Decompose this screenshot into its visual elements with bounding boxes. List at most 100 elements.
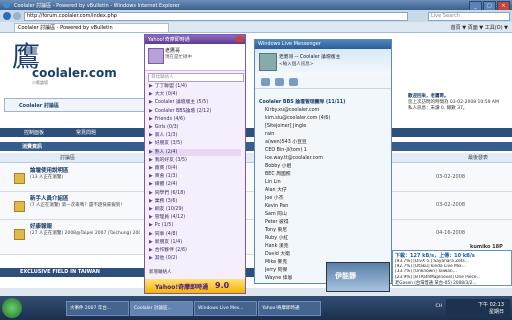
- ym-group-item[interactable]: ▶ 媒體 (2/4): [149, 181, 241, 188]
- wlm-contact-item[interactable]: Peter 彼得: [265, 219, 389, 227]
- ym-group-item[interactable]: ▶ 好朋友 (3/5): [149, 140, 241, 147]
- wlm-group-header[interactable]: Coolaler BBS 論壇管理團隊 (11/11): [259, 98, 387, 105]
- address-input[interactable]: http://forum.coolaler.com/index.php: [24, 12, 408, 21]
- wlm-contact-item[interactable]: Kirby.xu@coolaler.com: [265, 107, 389, 115]
- toolbar-tools[interactable]: 首頁 ▼ 頁面 ▼ 工具(O) ▼: [451, 24, 508, 31]
- breadcrumb[interactable]: Coolaler 討論區: [4, 98, 146, 112]
- expand-icon[interactable]: ▶: [149, 256, 153, 261]
- expand-icon[interactable]: ▶: [149, 133, 153, 138]
- ym-ad-banner[interactable]: Yahoo!奇摩即時通 9.0: [145, 279, 245, 293]
- video-thumbnail[interactable]: 伊能靜: [326, 262, 390, 292]
- wlm-display-name[interactable]: 老鷹哥 -- Coolaler 論壇版主: [279, 53, 387, 60]
- welcome-pm[interactable]: 私人訊息：未讀 0, 總數 37。: [408, 106, 512, 112]
- wlm-contact-item[interactable]: Tony 東尼: [265, 227, 389, 235]
- nav-control-panel[interactable]: 控制面板: [24, 129, 44, 136]
- wlm-contact-item[interactable]: CEO Bin-Ji(tom) 1: [265, 147, 389, 155]
- expand-icon[interactable]: ▶: [149, 92, 153, 97]
- logo-text[interactable]: coolaler.com: [32, 66, 117, 80]
- expand-icon[interactable]: ▶: [149, 215, 153, 220]
- forum-name[interactable]: 新手人員介紹區: [30, 194, 69, 202]
- expand-icon[interactable]: ▶: [149, 248, 153, 253]
- back-button[interactable]: [3, 12, 11, 20]
- nav-faq[interactable]: 常見問題: [76, 129, 96, 136]
- expand-icon[interactable]: ▶: [149, 166, 153, 171]
- wlm-contact-item[interactable]: BEC 周國照: [265, 171, 389, 179]
- expand-icon[interactable]: ▶: [149, 158, 153, 163]
- wlm-contact-item[interactable]: Joe 小杰: [265, 195, 389, 203]
- ym-status[interactable]: 現在是忙碌中: [165, 54, 192, 60]
- ym-search-input[interactable]: 尋找聯絡人: [148, 73, 244, 82]
- wlm-contact-item[interactable]: Alan 大仔: [265, 187, 389, 195]
- ym-group-item[interactable]: ▶ 家人 (1/3): [149, 132, 241, 139]
- wlm-contact-item[interactable]: Hank 漢克: [265, 243, 389, 251]
- avatar[interactable]: [259, 53, 277, 71]
- ym-group-item[interactable]: ▶ 熟人 (2/4): [149, 148, 241, 156]
- wlm-contact-item[interactable]: rain: [265, 131, 389, 139]
- wlm-contact-item[interactable]: Lin Lin: [265, 179, 389, 187]
- taskbar-item[interactable]: Yahoo!奇摩即時通: [258, 301, 321, 316]
- ym-group-item[interactable]: ▶ 網友 (10/29): [149, 206, 241, 213]
- ym-group-item[interactable]: ▶ 業務 (3/6): [149, 198, 241, 205]
- start-button[interactable]: [2, 298, 22, 318]
- ym-add-contact-button[interactable]: 新增聯絡人: [149, 269, 172, 275]
- tab-forum[interactable]: Coolaler 討論區 - Powered by vBulletin: [14, 23, 169, 33]
- expand-icon[interactable]: ▶: [149, 232, 153, 237]
- search-input[interactable]: Live Search: [428, 12, 510, 21]
- wlm-contact-item[interactable]: Bobby 小姐: [265, 163, 389, 171]
- expand-icon[interactable]: ▶: [149, 141, 153, 146]
- forum-name[interactable]: 好康報報: [30, 222, 52, 230]
- expand-icon[interactable]: ▶: [149, 100, 153, 105]
- forward-button[interactable]: [13, 12, 21, 20]
- ym-group-item[interactable]: ▶ 其他 (0/2): [149, 255, 241, 262]
- mail-icon[interactable]: [261, 78, 270, 86]
- ym-group-item[interactable]: ▶ 廠商 (0/4): [149, 165, 241, 172]
- taskbar-item[interactable]: Windows Live Mes...: [194, 301, 257, 316]
- wlm-contact-item[interactable]: kim.siu@coolaler.com (4/6): [265, 115, 389, 123]
- expand-icon[interactable]: ▶: [149, 125, 153, 130]
- ym-group-label: 丁丁聯盟 (1/4): [154, 84, 187, 89]
- ym-group-item[interactable]: ▶ 丁丁聯盟 (1/4): [149, 83, 241, 90]
- ym-group-item[interactable]: ▶ Pc (1/5): [149, 222, 241, 229]
- expand-icon[interactable]: ▶: [149, 150, 153, 155]
- wlm-contact-item[interactable]: Kevin Pan: [265, 203, 389, 211]
- clock[interactable]: 下午 02:13: [478, 301, 504, 308]
- expand-icon[interactable]: ▶: [149, 84, 153, 89]
- news-icon[interactable]: [289, 78, 298, 86]
- ym-group-item[interactable]: ▶ Coolaler BBS論壇 (2/12): [149, 108, 241, 115]
- spaces-icon[interactable]: [275, 78, 284, 86]
- expand-icon[interactable]: ▶: [149, 223, 153, 228]
- language-indicator[interactable]: CH: [435, 304, 442, 309]
- ym-group-item[interactable]: ▶ 新朋友 (1/4): [149, 239, 241, 246]
- wlm-contact-item[interactable]: David 大衛: [265, 251, 389, 259]
- wlm-contact-item[interactable]: a(wen)543 小豆豆: [265, 139, 389, 147]
- ym-group-item[interactable]: ▶ 管理員 (4/12): [149, 214, 241, 221]
- expand-icon[interactable]: ▶: [149, 240, 153, 245]
- forum-name[interactable]: 論壇使用說明區: [30, 166, 69, 174]
- wlm-contact-item[interactable]: Ruby 小紅: [265, 235, 389, 243]
- ym-group-item[interactable]: ▶ Coolaler 論壇版主 (5/5): [149, 99, 241, 106]
- taskbar-item[interactable]: Coolaler 討論區...: [130, 301, 193, 316]
- ym-group-item[interactable]: ▶ 合作夥伴 (2/6): [149, 247, 241, 254]
- expand-icon[interactable]: ▶: [149, 199, 153, 204]
- ym-group-item[interactable]: ▶ Girls (0/3): [149, 124, 241, 131]
- ym-group-item[interactable]: ▶ 我的好友 (3/5): [149, 157, 241, 164]
- expand-icon[interactable]: ▶: [149, 109, 153, 114]
- ym-group-item[interactable]: ▶ 商會 (1/3): [149, 173, 241, 180]
- ym-group-item[interactable]: ▶ 同事 (4/8): [149, 231, 241, 238]
- ym-group-item[interactable]: ▶ 同學們 (6/18): [149, 190, 241, 197]
- wlm-contact-item[interactable]: [Sitejoiner] Jingle: [265, 123, 389, 131]
- download-notification[interactable]: 下載：127 kB/s，上傳：10 kB/s [93.7%] [DivX 5.]…: [392, 250, 512, 286]
- expand-icon[interactable]: ▶: [149, 174, 153, 179]
- wlm-contact-item[interactable]: ice.way.tt@coolaler.com: [265, 155, 389, 163]
- expand-icon[interactable]: ▶: [149, 117, 153, 122]
- ym-group-item[interactable]: ▶ Friends (4/6): [149, 116, 241, 123]
- avatar[interactable]: [148, 48, 164, 64]
- taskbar-item[interactable]: 大事件 2007 年台...: [66, 301, 129, 316]
- expand-icon[interactable]: ▶: [149, 182, 153, 187]
- ym-close-button[interactable]: [236, 36, 243, 42]
- wlm-personal-message[interactable]: <輸入個人訊息>: [279, 61, 387, 67]
- expand-icon[interactable]: ▶: [149, 207, 153, 212]
- ym-group-item[interactable]: ▶ 大大 (0/4): [149, 91, 241, 98]
- expand-icon[interactable]: ▶: [149, 191, 153, 196]
- wlm-contact-item[interactable]: Sam 阿山: [265, 211, 389, 219]
